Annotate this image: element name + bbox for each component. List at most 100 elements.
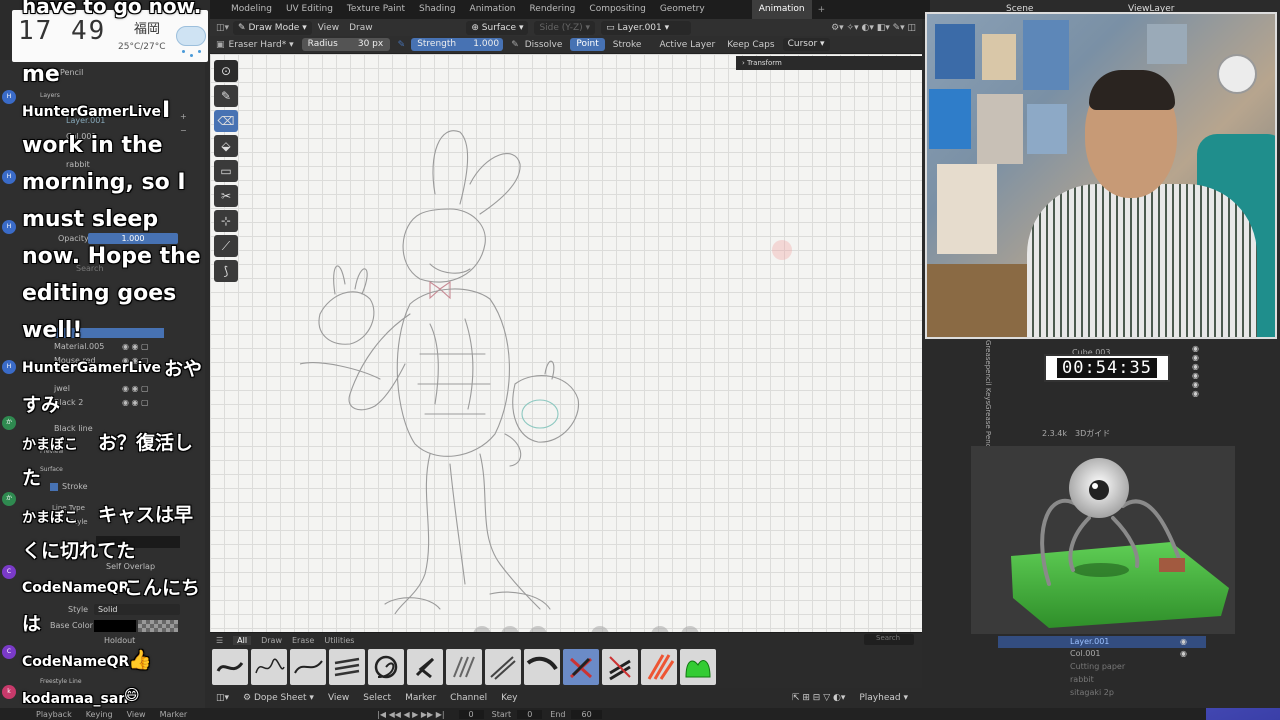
tab-animation-active[interactable]: Animation <box>751 0 812 19</box>
playhead-select[interactable]: Playhead ▾ <box>859 693 908 703</box>
tab-shading[interactable]: Shading <box>412 0 463 19</box>
editor-type-icon[interactable]: ◫▾ <box>216 23 229 33</box>
base-color-alpha-swatch[interactable] <box>138 620 178 632</box>
freestyle-line-header[interactable]: Freestyle Line <box>40 678 82 685</box>
material-visibility-icon[interactable]: ◉ ◉ ▢ <box>122 384 149 393</box>
greasepencil-keys-tab[interactable]: Greasepencil Keys <box>984 340 992 404</box>
menu-icon[interactable]: ☰ <box>216 636 223 645</box>
cursor-tool-icon[interactable]: ⊙ <box>214 60 238 82</box>
brush-tab-draw[interactable]: Draw <box>261 636 282 645</box>
end-frame-field[interactable]: 60 <box>571 709 602 719</box>
tab-texture-paint[interactable]: Texture Paint <box>340 0 412 19</box>
draw-tool-icon[interactable]: ✎ <box>214 85 238 107</box>
dopesheet-select-menu[interactable]: Select <box>363 693 391 703</box>
tab-rendering[interactable]: Rendering <box>522 0 582 19</box>
keep-caps-toggle[interactable]: Keep Caps <box>727 40 774 50</box>
cutter-tool-icon[interactable]: ✂ <box>214 185 238 207</box>
remove-layer-icon[interactable]: − <box>180 126 190 136</box>
radius-pressure-icon[interactable]: ✎ <box>398 40 406 50</box>
tab-compositing[interactable]: Compositing <box>582 0 652 19</box>
keying-menu[interactable]: Keying <box>86 710 113 719</box>
orientation-select[interactable]: Side (Y-Z) ▾ <box>534 20 596 35</box>
tab-modeling[interactable]: Modeling <box>224 0 279 19</box>
brush-thumb[interactable] <box>251 649 287 685</box>
strength-pressure-icon[interactable]: ✎ <box>511 40 519 50</box>
material-visibility-icon[interactable]: ◉ ◉ ▢ <box>122 342 149 351</box>
dopesheet-marker-menu[interactable]: Marker <box>405 693 436 703</box>
playbar-marker-menu[interactable]: Marker <box>160 710 188 719</box>
grease-pencil-tab[interactable]: Grease Pencil <box>984 404 992 451</box>
brush-thumb[interactable] <box>329 649 365 685</box>
filter-icons[interactable]: ⇱ ⊞ ⊟ ▽ ◐▾ <box>792 693 845 703</box>
outliner-item[interactable]: Layer.001 <box>1070 637 1109 646</box>
start-frame-field[interactable]: 0 <box>517 709 543 719</box>
layer-select[interactable]: ▭ Layer.001 ▾ <box>601 20 692 35</box>
cursor-select[interactable]: Cursor ▾ <box>782 38 830 51</box>
brush-thumb[interactable] <box>407 649 443 685</box>
outliner-item[interactable]: Cutting paper <box>1070 662 1125 671</box>
outliner-item[interactable]: 2.3.4k 3Dガイド <box>1042 428 1110 439</box>
active-layer-toggle[interactable]: Active Layer <box>659 40 715 50</box>
outliner-item[interactable]: Col.001 <box>1070 649 1101 658</box>
brush-thumb[interactable] <box>641 649 677 685</box>
brush-select[interactable]: Eraser Hard* ▾ <box>229 40 294 50</box>
holdout-label[interactable]: Holdout <box>104 636 135 645</box>
brush-thumb[interactable] <box>446 649 482 685</box>
transform-panel-header[interactable]: › Transform <box>736 56 922 70</box>
fill-tool-icon[interactable]: ⬙ <box>214 135 238 157</box>
view-layer-select[interactable]: ViewLayer <box>1128 4 1174 14</box>
base-color-swatch[interactable] <box>94 620 136 632</box>
dopesheet-key-menu[interactable]: Key <box>501 693 517 703</box>
brush-thumb[interactable] <box>602 649 638 685</box>
transport-controls[interactable]: |◀ ◀◀ ◀ ▶ ▶▶ ▶| <box>377 710 444 719</box>
brush-tab-utilities[interactable]: Utilities <box>324 636 354 645</box>
tab-uv-editing[interactable]: UV Editing <box>279 0 340 19</box>
dopesheet-mode-select[interactable]: ⚙ Dope Sheet ▾ <box>243 693 314 703</box>
outliner-item[interactable]: sitagaki 2p <box>1070 688 1114 697</box>
dopesheet-channel-menu[interactable]: Channel <box>450 693 487 703</box>
brush-thumb[interactable] <box>524 649 560 685</box>
add-layer-icon[interactable]: + <box>180 112 190 122</box>
brush-thumb[interactable] <box>368 649 404 685</box>
line-tool-icon[interactable]: ⟋ <box>214 235 238 257</box>
material-item-1[interactable]: Black line <box>54 424 93 433</box>
draw-menu[interactable]: Draw <box>349 23 373 33</box>
view-menu[interactable]: View <box>318 23 339 33</box>
material-visibility-icon[interactable]: ◉ ◉ ▢ <box>122 398 149 407</box>
scene-select[interactable]: Scene <box>1006 4 1033 14</box>
brush-thumb[interactable] <box>485 649 521 685</box>
playbar-view-menu[interactable]: View <box>127 710 146 719</box>
brush-tab-erase[interactable]: Erase <box>292 636 314 645</box>
brush-thumb-active[interactable] <box>563 649 599 685</box>
stroke-checkbox[interactable]: Stroke <box>50 482 88 491</box>
grease-pencil-viewport[interactable]: ⊙ ✎ ⌫ ⬙ ▭ ✂ ⊹ ⟋ ⟆ › Transform <box>210 54 922 632</box>
erase-tool-icon[interactable]: ⌫ <box>214 110 238 132</box>
brush-tab-all[interactable]: All <box>233 635 252 645</box>
eye-icon[interactable]: ◉ <box>1180 649 1187 658</box>
dopesheet-view-menu[interactable]: View <box>328 693 349 703</box>
outliner-item[interactable]: rabbit <box>1070 675 1094 684</box>
brush-thumb[interactable] <box>212 649 248 685</box>
visibility-icons[interactable]: ◉ ◉ ◉ ◉ ◉ ◉ <box>1192 344 1199 398</box>
fill-style-select[interactable]: Solid <box>94 604 180 615</box>
brush-thumb[interactable] <box>290 649 326 685</box>
eye-icon[interactable]: ◉ <box>1180 637 1187 646</box>
tab-geometry[interactable]: Geometry <box>653 0 712 19</box>
polyline-tool-icon[interactable]: ⟆ <box>214 260 238 282</box>
placement-select[interactable]: ⊕ Surface ▾ <box>466 20 529 35</box>
mode-select[interactable]: ✎ Draw Mode ▾ <box>233 20 312 35</box>
tint-tool-icon[interactable]: ▭ <box>214 160 238 182</box>
eyedropper-tool-icon[interactable]: ⊹ <box>214 210 238 232</box>
brush-thumb[interactable] <box>680 649 716 685</box>
add-workspace-icon[interactable]: + <box>812 5 832 15</box>
stroke-option[interactable]: Stroke <box>613 40 642 50</box>
tab-animation[interactable]: Animation <box>463 0 523 19</box>
point-option[interactable]: Point <box>570 38 605 51</box>
current-frame-field[interactable]: 0 <box>458 709 484 719</box>
brush-search-input[interactable]: Search <box>864 634 914 645</box>
self-overlap-label[interactable]: Self Overlap <box>106 562 155 571</box>
overlay-icons[interactable]: ⚙▾ ✧▾ ◐▾ ◧▾ ✎▾ ◫ <box>831 23 916 33</box>
radius-field[interactable]: Radius 30 px <box>301 38 390 51</box>
layers-header[interactable]: Layers <box>40 92 60 99</box>
surface-header[interactable]: Surface <box>40 466 63 473</box>
